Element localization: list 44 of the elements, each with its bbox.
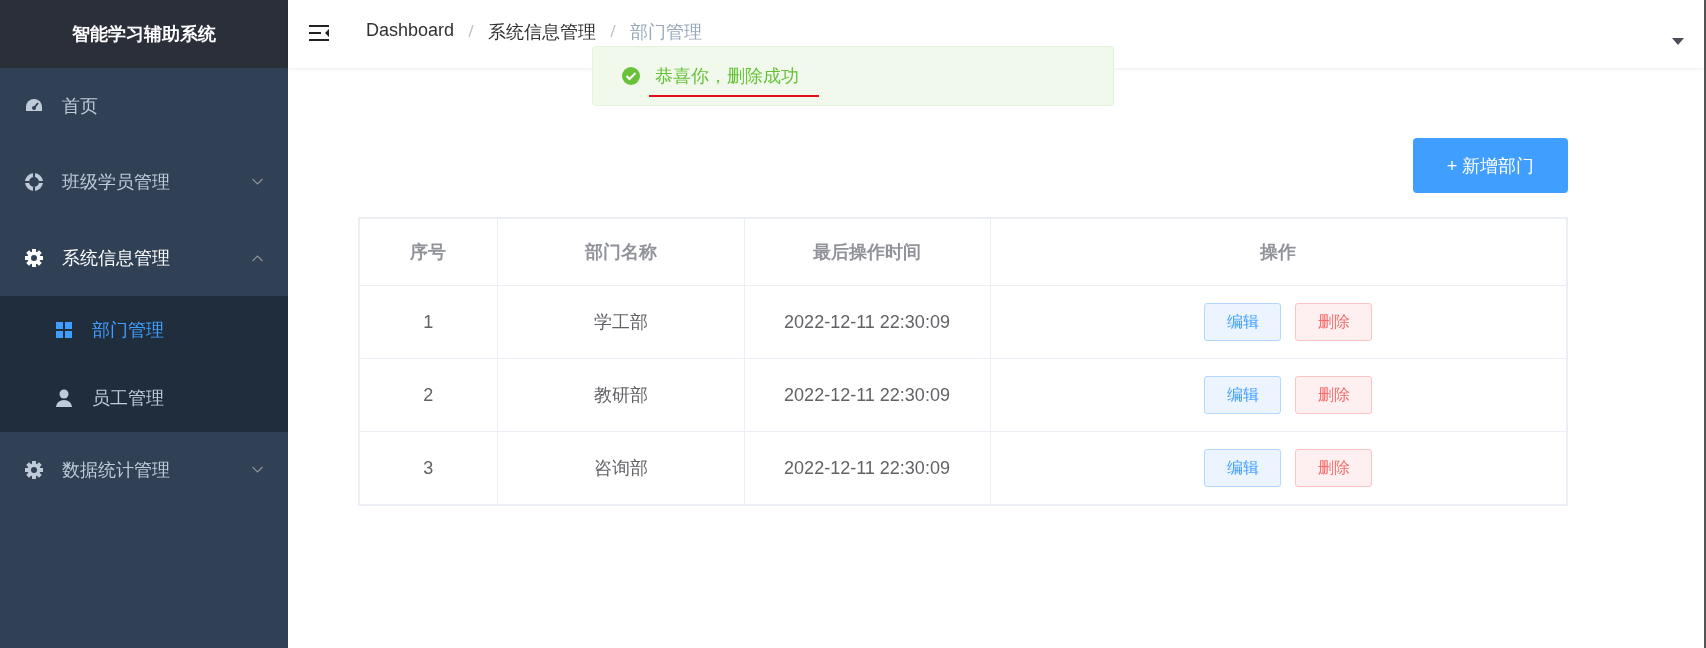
ring-icon [24, 172, 44, 192]
chevron-down-icon [251, 178, 264, 186]
table-cell: 2022-12-11 22:30:09 [744, 358, 990, 432]
settings-icon [24, 248, 44, 268]
edit-button[interactable]: 编辑 [1204, 449, 1282, 487]
breadcrumb-separator-icon [468, 24, 475, 38]
edit-button[interactable]: 编辑 [1204, 376, 1282, 414]
chevron-down-icon [251, 466, 264, 474]
check-circle-icon [621, 66, 641, 86]
caret-icon[interactable] [1672, 38, 1684, 46]
menu-label: 首页 [62, 95, 99, 118]
submenu-item[interactable]: 部门管理 [0, 296, 288, 364]
grid-icon [54, 320, 74, 340]
message-text: 恭喜你，删除成功 [655, 64, 799, 88]
menu-label: 系统信息管理 [62, 247, 171, 270]
column-header: 序号 [359, 218, 497, 286]
delete-button[interactable]: 删除 [1295, 376, 1373, 414]
table-cell: 教研部 [497, 358, 744, 432]
menu-label: 数据统计管理 [62, 459, 171, 482]
delete-button[interactable]: 删除 [1295, 449, 1373, 487]
column-header: 最后操作时间 [744, 218, 990, 286]
menu-item[interactable]: 数据统计管理 [0, 432, 288, 508]
app-logo-title: 智能学习辅助系统 [0, 0, 288, 68]
breadcrumb-separator-icon [610, 24, 617, 38]
breadcrumb-item: 部门管理 [630, 21, 703, 44]
table-cell: 1 [359, 285, 497, 359]
table-cell: 学工部 [497, 285, 744, 359]
breadcrumb-item[interactable]: 系统信息管理 [488, 20, 597, 44]
table-cell: 2 [359, 358, 497, 432]
menu-item[interactable]: 系统信息管理 [0, 220, 288, 296]
menu-label: 班级学员管理 [62, 171, 171, 194]
column-header: 部门名称 [497, 218, 744, 286]
edit-button[interactable]: 编辑 [1204, 303, 1282, 341]
menu-icon[interactable] [308, 24, 330, 42]
delete-button[interactable]: 删除 [1295, 303, 1373, 341]
user-icon [54, 388, 74, 408]
table-cell: 2022-12-11 22:30:09 [744, 285, 990, 359]
menu-item[interactable]: 首页 [0, 68, 288, 144]
chevron-up-icon [251, 254, 264, 262]
add-department-button[interactable]: + 新增部门 [1413, 138, 1568, 193]
submenu-item[interactable]: 员工管理 [0, 364, 288, 432]
breadcrumb-item[interactable]: Dashboard [366, 20, 455, 41]
menu-item[interactable]: 班级学员管理 [0, 144, 288, 220]
settings-icon [24, 460, 44, 480]
